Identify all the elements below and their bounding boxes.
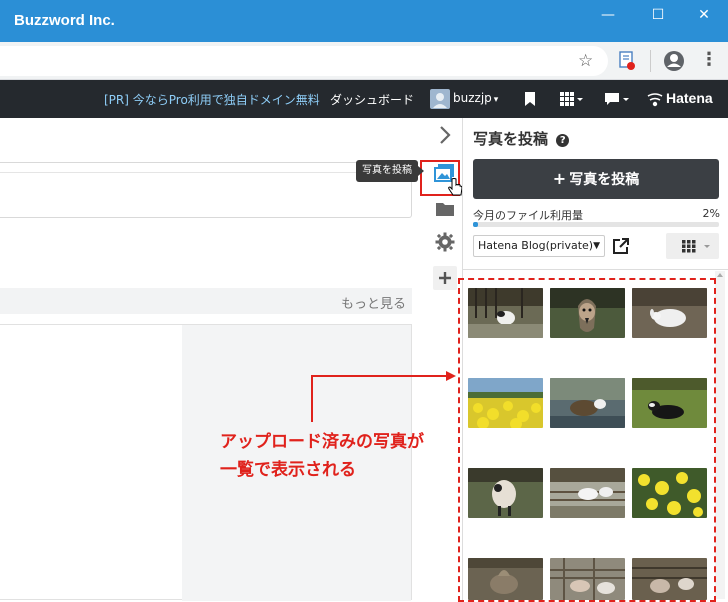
editor-area: もっと見る [0,118,428,601]
minimize-button[interactable]: — [584,0,632,32]
usage-label: 今月のファイル利用量 [473,209,583,222]
sidebar-icon-strip [420,118,463,600]
hatena-logo-icon [647,93,663,107]
blog-select[interactable]: Hatena Blog(private) ▼ [473,235,605,257]
browser-menu-icon[interactable]: ⋮ [700,49,718,70]
folder-icon[interactable] [435,200,455,218]
annotation-line-2: 一覧で表示される [220,460,356,480]
apps-grid-icon[interactable] [560,91,584,107]
hatena-logo[interactable]: Hatena [646,90,728,108]
plus-icon: + [552,169,567,188]
title-bar: Buzzword Inc. — ☐ ✕ [0,0,728,42]
hatena-navbar: [PR] 今ならPro利用で独自ドメイン無料 ダッシュボード buzzjp ▾ H… [0,80,728,118]
view-toggle-button[interactable] [666,233,719,259]
browser-toolbar: ☆ ⋮ [0,42,728,80]
tooltip-arrow [418,166,424,176]
user-avatar[interactable] [430,89,450,109]
dashboard-link[interactable]: ダッシュボード [330,91,414,108]
scroll-up-arrow[interactable] [717,273,723,277]
hatena-logo-text: Hatena [666,90,713,106]
profile-icon[interactable] [663,50,685,72]
input-divider [0,172,412,173]
bookmark-icon[interactable] [523,91,537,107]
select-caret-icon: ▼ [593,241,600,251]
add-tool-button[interactable] [433,266,457,290]
usage-bar-fill [473,222,478,227]
uploaded-photos-highlight [458,278,716,602]
annotation-arrow [311,371,456,422]
upload-photo-button[interactable]: + 写真を投稿 [473,159,719,199]
scrollbar[interactable] [715,271,725,599]
toolbar-divider [650,50,651,72]
bookmark-star-icon[interactable]: ☆ [578,51,593,71]
close-button[interactable]: ✕ [680,0,728,32]
promo-link[interactable]: [PR] 今ならPro利用で独自ドメイン無料 [104,91,320,108]
grid-view-icon [682,240,710,253]
collapse-chevron-icon[interactable] [436,124,454,146]
usage-percent: 2% [702,207,720,220]
help-icon[interactable]: ? [556,134,570,147]
panel-title: 写真を投稿 ? [473,128,570,149]
photo-tooltip: 写真を投稿 [356,160,418,182]
more-link[interactable]: もっと見る [341,293,406,312]
upload-button-label: 写真を投稿 [569,172,640,188]
usage-bar [473,222,719,227]
username-menu[interactable]: buzzjp ▾ [453,91,498,105]
gear-icon[interactable] [435,232,455,252]
extension-icon[interactable] [618,51,636,71]
external-link-icon[interactable] [611,236,631,256]
annotation-line-1: アップロード済みの写真が [220,432,424,452]
plus-icon [439,272,451,284]
title-input[interactable] [0,162,412,218]
window-title: Buzzword Inc. [14,12,115,29]
address-field[interactable] [0,46,608,76]
panel-title-text: 写真を投稿 [473,130,549,148]
panel-divider [463,269,728,270]
section-header: もっと見る [0,288,412,314]
username-label: buzzjp [453,91,492,105]
maximize-button[interactable]: ☐ [634,0,682,32]
chevron-down-icon: ▾ [493,95,499,105]
notification-icon[interactable] [604,91,632,107]
blog-select-value: Hatena Blog(private) [478,239,594,252]
